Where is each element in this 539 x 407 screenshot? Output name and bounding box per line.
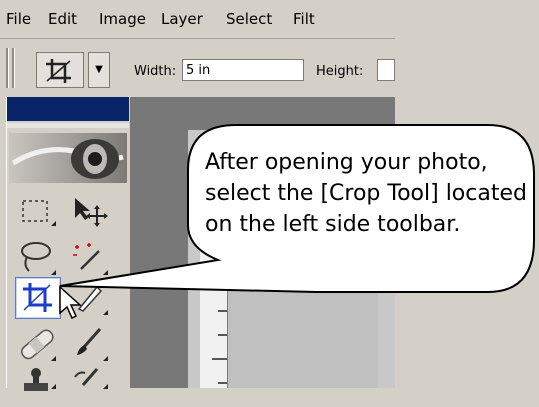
lasso-tool[interactable]: [15, 237, 61, 279]
menu-filter[interactable]: Filt: [293, 10, 315, 28]
menu-image[interactable]: Image: [99, 10, 146, 28]
toolbox-grip: [7, 123, 129, 128]
tool-preset-button[interactable]: [36, 52, 84, 88]
height-input[interactable]: [377, 59, 395, 81]
width-label: Width:: [134, 64, 177, 79]
history-brush-tool[interactable]: [67, 365, 113, 407]
healing-brush-tool[interactable]: [15, 323, 61, 365]
menu-edit[interactable]: Edit: [48, 10, 77, 28]
callout-text: After opening your photo, select the [Cr…: [205, 150, 527, 237]
history-brush-icon: [74, 368, 108, 389]
marquee-icon: [22, 200, 56, 226]
crop-icon: [46, 59, 71, 83]
width-input[interactable]: [182, 59, 304, 81]
lasso-icon: [21, 242, 56, 275]
chevron-down-icon: ▼: [95, 64, 103, 75]
options-bar: ▼ Width: Height:: [0, 39, 395, 95]
menu-layer[interactable]: Layer: [161, 10, 203, 28]
crop-tool[interactable]: [15, 277, 61, 319]
adobe-eye-logo-icon[interactable]: [9, 133, 127, 183]
toolbox-title-bar[interactable]: [7, 97, 129, 121]
mouse-cursor-icon: [59, 285, 82, 320]
options-bar-grip[interactable]: [6, 48, 9, 88]
stamp-icon: [24, 368, 56, 391]
options-bar-grip[interactable]: [12, 48, 15, 88]
move-icon: [75, 198, 108, 227]
healing-brush-icon: [21, 329, 56, 361]
menu-file[interactable]: File: [6, 10, 31, 28]
crop-icon: [23, 283, 52, 312]
menu-select[interactable]: Select: [226, 10, 272, 28]
clone-stamp-tool[interactable]: [15, 365, 61, 407]
magic-wand-icon: [73, 243, 108, 275]
brush-tool[interactable]: [67, 323, 113, 365]
menu-bar: File Edit Image Layer Select Filt: [0, 0, 395, 39]
height-label: Height:: [316, 64, 364, 79]
marquee-tool[interactable]: [15, 192, 61, 234]
magic-wand-tool[interactable]: [67, 237, 113, 279]
tool-preset-dropdown[interactable]: ▼: [88, 52, 110, 88]
move-tool[interactable]: [67, 192, 113, 234]
brush-icon: [77, 328, 108, 361]
toolbox: [6, 97, 129, 391]
